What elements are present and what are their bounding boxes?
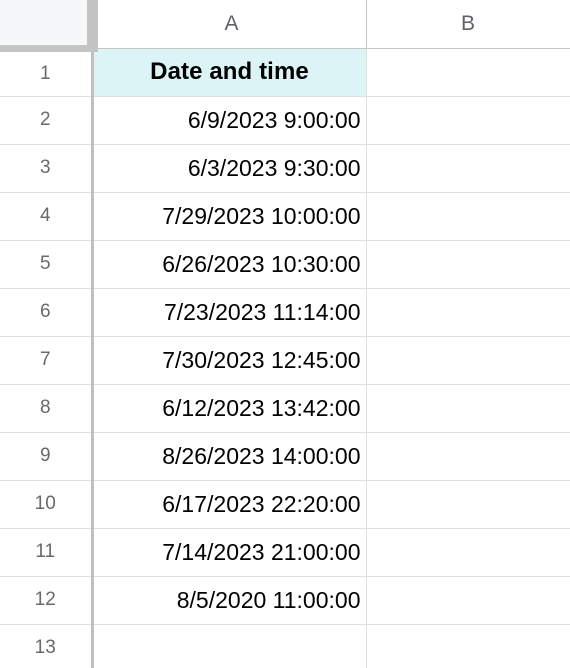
cell-b9[interactable] bbox=[366, 432, 570, 481]
cell-b13[interactable] bbox=[366, 624, 570, 668]
cell-b1[interactable] bbox=[366, 48, 570, 97]
row-header-12[interactable]: 12 bbox=[0, 576, 94, 625]
cell-b5[interactable] bbox=[366, 240, 570, 289]
cell-b4[interactable] bbox=[366, 192, 570, 241]
row-header-5[interactable]: 5 bbox=[0, 240, 94, 289]
cell-a5[interactable]: 6/26/2023 10:30:00 bbox=[92, 240, 367, 289]
cell-a1[interactable]: Date and time bbox=[92, 48, 367, 97]
cell-b10[interactable] bbox=[366, 480, 570, 529]
cell-a6[interactable]: 7/23/2023 11:14:00 bbox=[92, 288, 367, 337]
row-header-6[interactable]: 6 bbox=[0, 288, 94, 337]
cell-b11[interactable] bbox=[366, 528, 570, 577]
table-row: 2 6/9/2023 9:00:00 bbox=[0, 96, 570, 145]
table-row: 4 7/29/2023 10:00:00 bbox=[0, 192, 570, 241]
cell-a10[interactable]: 6/17/2023 22:20:00 bbox=[92, 480, 367, 529]
sheet-table: A B 1 Date and time 2 6/9/2023 9:00:00 3 6/3/… bbox=[0, 0, 570, 668]
row-header-4[interactable]: 4 bbox=[0, 192, 94, 241]
column-header-row: A B bbox=[0, 0, 570, 52]
row-header-3[interactable]: 3 bbox=[0, 144, 94, 193]
cell-a9[interactable]: 8/26/2023 14:00:00 bbox=[92, 432, 367, 481]
table-row: 10 6/17/2023 22:20:00 bbox=[0, 480, 570, 529]
cell-a13[interactable] bbox=[92, 624, 367, 668]
row-header-2[interactable]: 2 bbox=[0, 96, 94, 145]
table-row: 8 6/12/2023 13:42:00 bbox=[0, 384, 570, 433]
table-row: 3 6/3/2023 9:30:00 bbox=[0, 144, 570, 193]
cell-a8[interactable]: 6/12/2023 13:42:00 bbox=[92, 384, 367, 433]
cell-b6[interactable] bbox=[366, 288, 570, 337]
table-row: 1 Date and time bbox=[0, 48, 570, 97]
cell-a2[interactable]: 6/9/2023 9:00:00 bbox=[92, 96, 367, 145]
row-header-11[interactable]: 11 bbox=[0, 528, 94, 577]
row-header-7[interactable]: 7 bbox=[0, 336, 94, 385]
cell-a4[interactable]: 7/29/2023 10:00:00 bbox=[92, 192, 367, 241]
cell-b8[interactable] bbox=[366, 384, 570, 433]
column-header-b[interactable]: B bbox=[366, 0, 570, 49]
cell-b2[interactable] bbox=[366, 96, 570, 145]
column-header-a[interactable]: A bbox=[92, 0, 367, 49]
cell-a12[interactable]: 8/5/2020 11:00:00 bbox=[92, 576, 367, 625]
table-row: 9 8/26/2023 14:00:00 bbox=[0, 432, 570, 481]
row-header-10[interactable]: 10 bbox=[0, 480, 94, 529]
cell-a7[interactable]: 7/30/2023 12:45:00 bbox=[92, 336, 367, 385]
table-row: 5 6/26/2023 10:30:00 bbox=[0, 240, 570, 289]
table-row: 11 7/14/2023 21:00:00 bbox=[0, 528, 570, 577]
row-header-8[interactable]: 8 bbox=[0, 384, 94, 433]
table-row: 12 8/5/2020 11:00:00 bbox=[0, 576, 570, 625]
cell-b7[interactable] bbox=[366, 336, 570, 385]
row-header-13[interactable]: 13 bbox=[0, 624, 94, 668]
cell-a3[interactable]: 6/3/2023 9:30:00 bbox=[92, 144, 367, 193]
table-row: 13 bbox=[0, 624, 570, 668]
cell-b3[interactable] bbox=[366, 144, 570, 193]
table-row: 7 7/30/2023 12:45:00 bbox=[0, 336, 570, 385]
cell-b12[interactable] bbox=[366, 576, 570, 625]
row-header-9[interactable]: 9 bbox=[0, 432, 94, 481]
select-all-corner[interactable] bbox=[0, 0, 98, 52]
table-row: 6 7/23/2023 11:14:00 bbox=[0, 288, 570, 337]
cell-a11[interactable]: 7/14/2023 21:00:00 bbox=[92, 528, 367, 577]
row-header-1[interactable]: 1 bbox=[0, 48, 94, 97]
spreadsheet-grid: A B 1 Date and time 2 6/9/2023 9:00:00 3 6/3/… bbox=[0, 0, 570, 668]
